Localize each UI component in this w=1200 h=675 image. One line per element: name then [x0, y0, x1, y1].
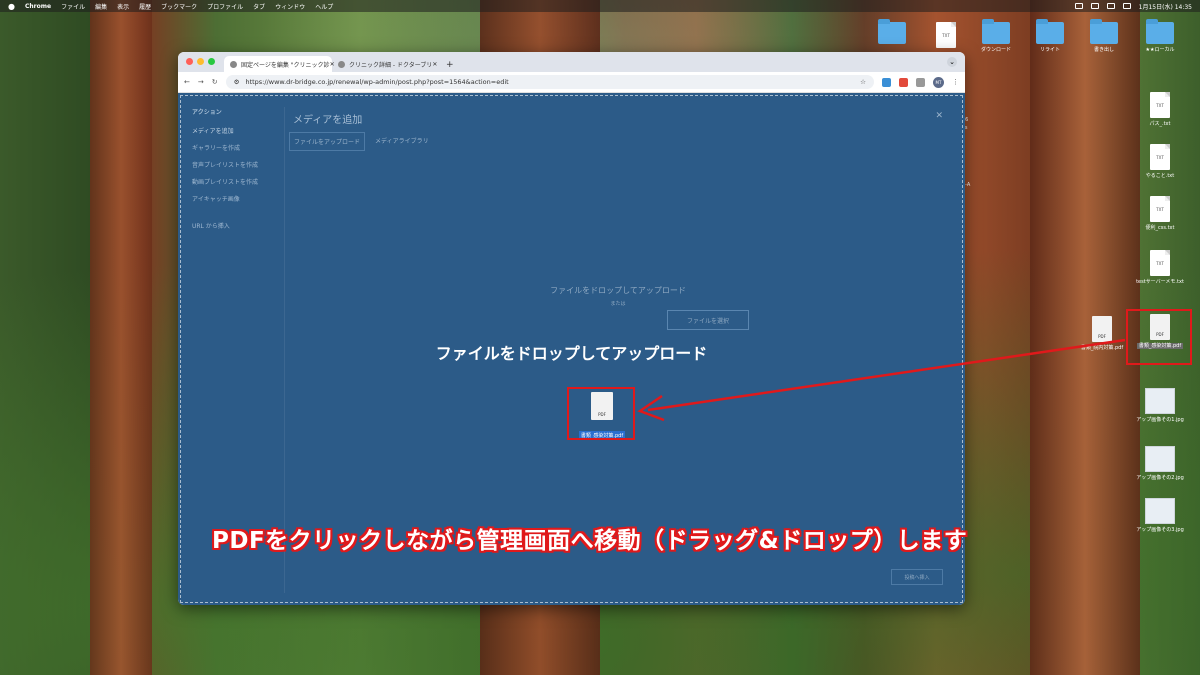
instruction-caption: PDFをクリックしながら管理画面へ移動（ドラッグ&ドロップ）します [212, 528, 968, 554]
annotation-arrow [637, 338, 1126, 422]
